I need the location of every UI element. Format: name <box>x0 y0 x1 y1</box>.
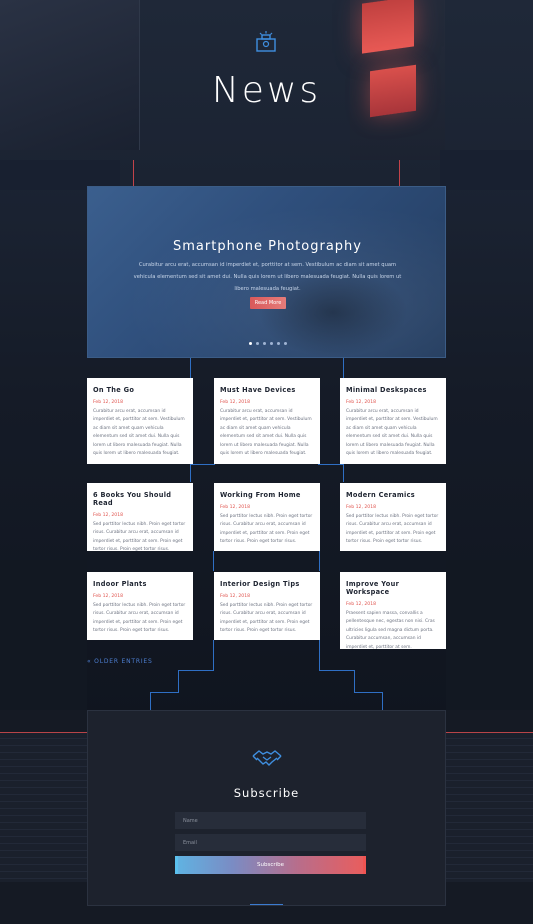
subscribe-title: Subscribe <box>233 786 300 800</box>
circuit-line <box>178 670 214 671</box>
circuit-line <box>190 464 215 465</box>
circuit-line <box>133 160 134 186</box>
post-excerpt: Sed porttitor lectus nibh. Proin eget to… <box>220 603 313 634</box>
hero-excerpt: Curabitur arcu erat, accumsan id imperdi… <box>133 262 402 292</box>
post-title[interactable]: Interior Design Tips <box>220 580 314 588</box>
post-card[interactable]: Indoor Plants Feb 12, 2018 Sed porttitor… <box>87 572 193 640</box>
hero-title: Smartphone Photography <box>173 239 362 254</box>
background-step <box>446 560 533 710</box>
post-title[interactable]: Working From Home <box>220 491 314 499</box>
circuit-line <box>213 640 214 670</box>
circuit-line <box>399 160 400 186</box>
older-entries-link[interactable]: « OLDER ENTRIES <box>87 658 153 665</box>
post-title[interactable]: Modern Ceramics <box>346 491 440 499</box>
post-excerpt: Sed porttitor lectus nibh. Proin eget to… <box>346 514 439 545</box>
circuit-line <box>318 464 343 465</box>
circuit-line <box>354 670 355 692</box>
post-date: Feb 12, 2018 <box>346 505 377 510</box>
circuit-line <box>319 551 320 571</box>
post-excerpt: Praesent sapien massa, convallis a pelle… <box>346 611 435 650</box>
post-title[interactable]: Minimal Deskspaces <box>346 386 440 394</box>
post-title[interactable]: 6 Books You Should Read <box>93 491 187 507</box>
circuit-line <box>213 551 214 571</box>
post-excerpt: Curabitur arcu erat, accumsan id imperdi… <box>220 409 312 457</box>
post-date: Feb 12, 2018 <box>220 400 251 405</box>
background-step <box>0 560 87 710</box>
post-title[interactable]: Must Have Devices <box>220 386 314 394</box>
post-card[interactable]: Must Have Devices Feb 12, 2018 Curabitur… <box>214 378 320 464</box>
slider-dot[interactable] <box>283 342 287 345</box>
post-title[interactable]: Improve Your Workspace <box>346 580 440 596</box>
circuit-line <box>343 464 344 482</box>
button-edge <box>175 856 178 874</box>
post-card[interactable]: Working From Home Feb 12, 2018 Sed portt… <box>214 483 320 551</box>
circuit-line <box>190 358 191 378</box>
post-date: Feb 12, 2018 <box>93 594 124 599</box>
post-card[interactable]: 6 Books You Should Read Feb 12, 2018 Sed… <box>87 483 193 552</box>
accent-line <box>0 732 87 733</box>
slider-dot[interactable] <box>248 342 252 345</box>
post-date: Feb 12, 2018 <box>220 594 251 599</box>
post-excerpt: Sed porttitor lectus nibh. Proin eget to… <box>93 522 186 553</box>
name-input[interactable] <box>175 812 366 829</box>
light-toolbox-icon <box>254 30 278 54</box>
post-date: Feb 12, 2018 <box>93 513 124 518</box>
button-edge <box>363 856 366 874</box>
circuit-line <box>343 358 344 378</box>
post-card[interactable]: On The Go Feb 12, 2018 Curabitur arcu er… <box>87 378 193 464</box>
circuit-line <box>178 670 179 692</box>
read-more-button[interactable]: Read More <box>250 297 286 309</box>
circuit-line <box>150 692 151 710</box>
circuit-line <box>190 464 191 482</box>
slider-dot[interactable] <box>269 342 273 345</box>
page-title: News <box>211 70 322 111</box>
post-excerpt: Curabitur arcu erat, accumsan id imperdi… <box>346 409 438 457</box>
post-excerpt: Sed porttitor lectus nibh. Proin eget to… <box>93 603 186 634</box>
subscribe-button[interactable]: Subscribe <box>175 856 366 874</box>
slider-dot[interactable] <box>255 342 259 345</box>
circuit-line <box>150 692 179 693</box>
circuit-line <box>319 640 320 670</box>
post-card[interactable]: Minimal Deskspaces Feb 12, 2018 Curabitu… <box>340 378 446 464</box>
post-excerpt: Sed porttitor lectus nibh. Proin eget to… <box>220 514 313 545</box>
background-block <box>440 150 533 190</box>
post-card[interactable]: Improve Your Workspace Feb 12, 2018 Prae… <box>340 572 446 650</box>
post-date: Feb 12, 2018 <box>93 400 124 405</box>
post-title[interactable]: Indoor Plants <box>93 580 187 588</box>
post-card[interactable]: Interior Design Tips Feb 12, 2018 Sed po… <box>214 572 320 640</box>
featured-post-slider[interactable]: Smartphone Photography Curabitur arcu er… <box>87 186 446 358</box>
circuit-line <box>354 692 383 693</box>
circuit-line <box>319 670 355 671</box>
email-input[interactable] <box>175 834 366 851</box>
post-card[interactable]: Modern Ceramics Feb 12, 2018 Sed porttit… <box>340 483 446 551</box>
background-stripes <box>0 732 87 882</box>
subscribe-panel <box>87 710 446 906</box>
background-red-light <box>362 0 414 54</box>
slider-dots <box>88 342 445 345</box>
post-date: Feb 12, 2018 <box>346 400 377 405</box>
slider-dot[interactable] <box>262 342 266 345</box>
accent-line <box>446 732 533 733</box>
circuit-line <box>382 692 383 710</box>
post-date: Feb 12, 2018 <box>346 602 377 607</box>
background-stripes <box>446 732 533 882</box>
post-excerpt: Curabitur arcu erat, accumsan id imperdi… <box>93 409 185 457</box>
post-title[interactable]: On The Go <box>93 386 187 394</box>
post-date: Feb 12, 2018 <box>220 505 251 510</box>
slider-dot[interactable] <box>276 342 280 345</box>
handshake-icon <box>252 748 282 770</box>
accent-line <box>250 904 283 905</box>
